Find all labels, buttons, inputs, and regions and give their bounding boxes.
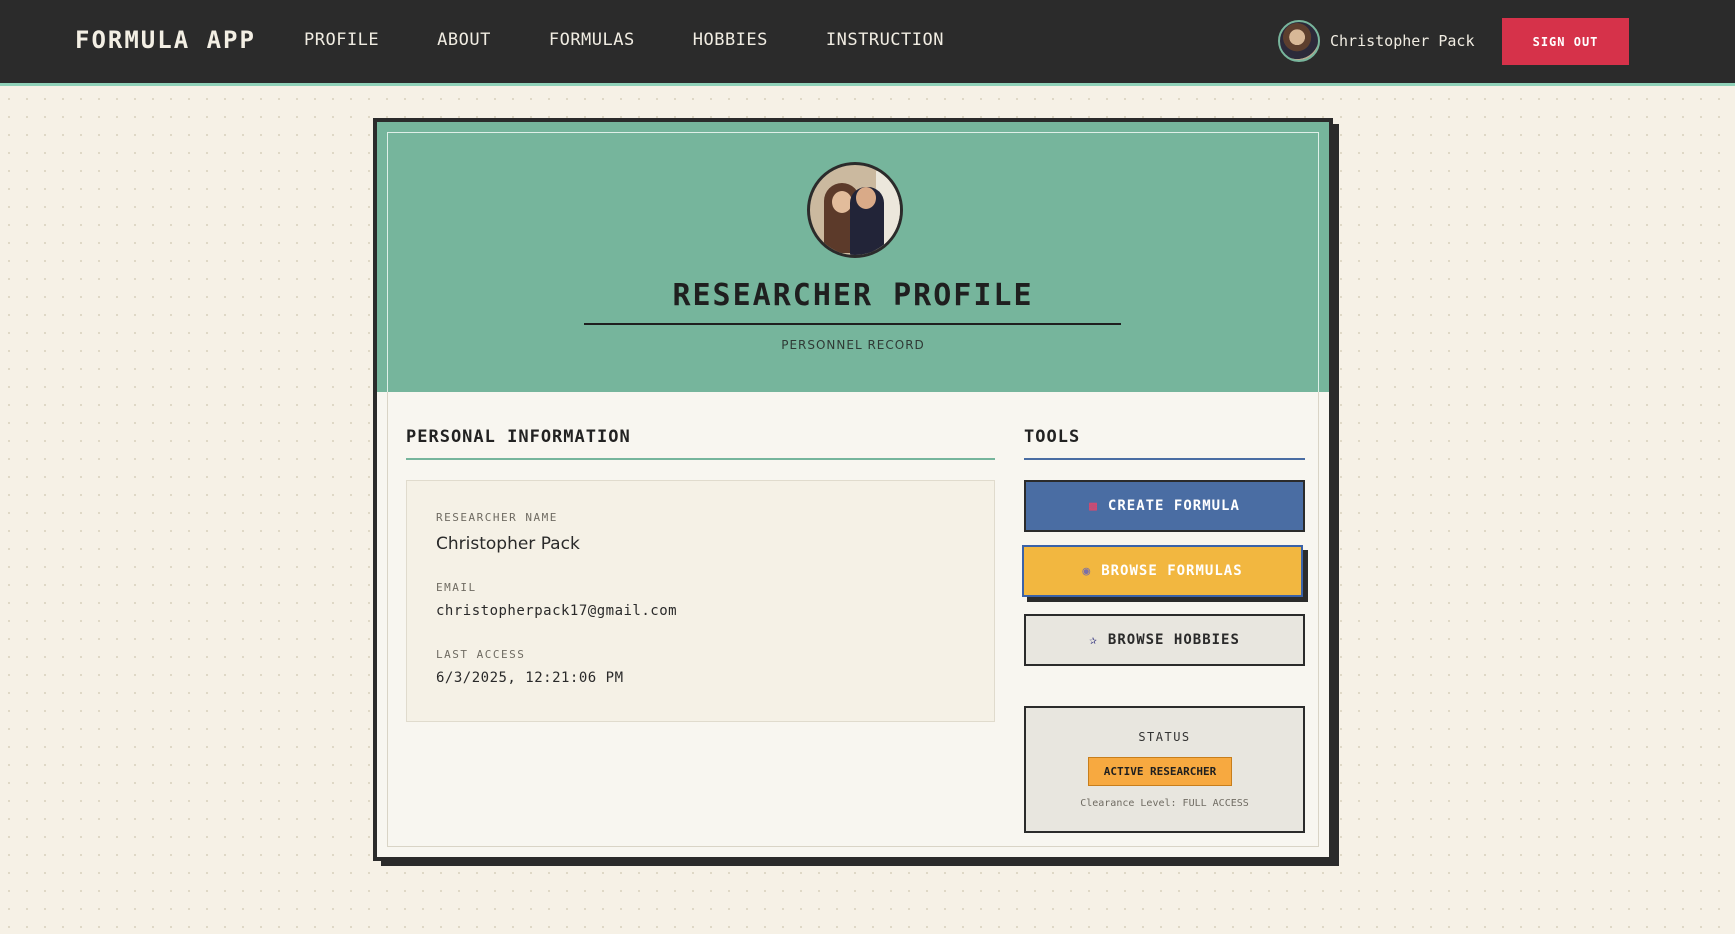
- personal-info-box: RESEARCHER NAME Christopher Pack EMAIL c…: [406, 480, 995, 722]
- nav-link-formulas[interactable]: FORMULAS: [549, 30, 635, 50]
- status-panel: STATUS ACTIVE RESEARCHER Clearance Level…: [1024, 706, 1305, 833]
- browse-hobbies-button[interactable]: ✰ BROWSE HOBBIES: [1024, 614, 1305, 666]
- status-badge: ACTIVE RESEARCHER: [1088, 757, 1232, 786]
- page-title: RESEARCHER PROFILE: [672, 278, 1034, 313]
- profile-header: RESEARCHER PROFILE PERSONNEL RECORD: [377, 122, 1329, 392]
- user-name: Christopher Pack: [1330, 32, 1475, 50]
- status-label: STATUS: [1138, 730, 1191, 744]
- nav-link-profile[interactable]: PROFILE: [304, 30, 379, 50]
- create-formula-label: CREATE FORMULA: [1107, 498, 1240, 514]
- tools-divider: [1024, 458, 1305, 460]
- page-subtitle: PERSONNEL RECORD: [781, 338, 925, 352]
- email-label: EMAIL: [436, 581, 477, 594]
- last-access-label: LAST ACCESS: [436, 648, 526, 661]
- email-value: christopherpack17@gmail.com: [436, 603, 678, 619]
- telescope-icon: ✰: [1089, 632, 1098, 648]
- compass-icon: ◉: [1082, 563, 1092, 579]
- tools-heading: TOOLS: [1024, 427, 1081, 447]
- create-formula-button[interactable]: ▩ CREATE FORMULA: [1024, 480, 1305, 532]
- nav-links: PROFILE ABOUT FORMULAS HOBBIES INSTRUCTI…: [304, 30, 1002, 50]
- last-access-value: 6/3/2025, 12:21:06 PM: [436, 670, 624, 686]
- toolbox-icon: ▩: [1089, 498, 1098, 514]
- nav-link-instruction[interactable]: INSTRUCTION: [826, 30, 944, 50]
- brand-logo-text[interactable]: FORMULA APP: [75, 26, 256, 54]
- nav-link-about[interactable]: ABOUT: [437, 30, 491, 50]
- profile-avatar: [807, 162, 903, 258]
- personal-info-divider: [406, 458, 995, 460]
- sign-out-button[interactable]: SIGN OUT: [1502, 18, 1629, 65]
- browse-hobbies-label: BROWSE HOBBIES: [1107, 632, 1240, 648]
- personal-info-heading: PERSONAL INFORMATION: [406, 427, 631, 447]
- researcher-name-value: Christopher Pack: [436, 534, 580, 554]
- browse-formulas-label: BROWSE FORMULAS: [1101, 563, 1243, 579]
- researcher-name-label: RESEARCHER NAME: [436, 511, 558, 524]
- user-avatar[interactable]: [1278, 20, 1320, 62]
- top-navbar: FORMULA APP PROFILE ABOUT FORMULAS HOBBI…: [0, 0, 1735, 86]
- profile-card: RESEARCHER PROFILE PERSONNEL RECORD PERS…: [373, 118, 1333, 861]
- clearance-level: Clearance Level: FULL ACCESS: [1080, 798, 1249, 809]
- nav-link-hobbies[interactable]: HOBBIES: [693, 30, 768, 50]
- browse-formulas-button[interactable]: ◉ BROWSE FORMULAS: [1022, 545, 1303, 597]
- title-underline: [584, 323, 1121, 325]
